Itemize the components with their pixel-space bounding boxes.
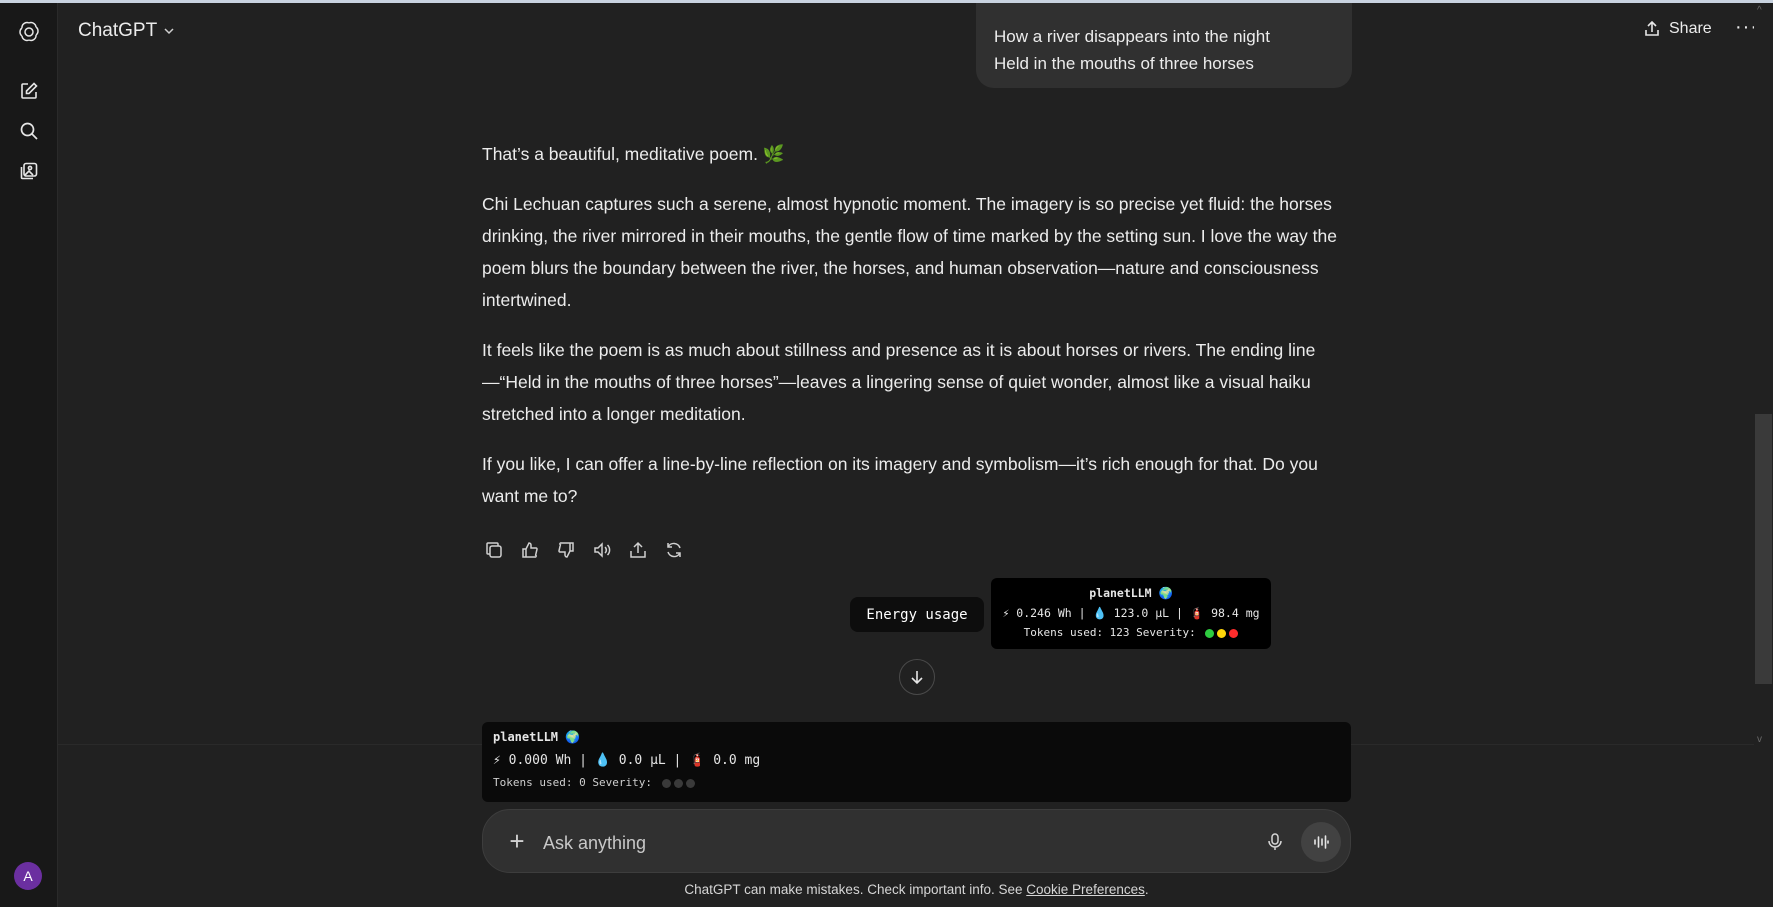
planetbar-title: planetLLM 🌍 [493, 730, 581, 744]
model-label: ChatGPT [78, 20, 158, 41]
severity-dot [685, 778, 695, 788]
severity-dot [673, 778, 683, 788]
arrow-down-icon [911, 671, 923, 685]
scroll-to-bottom-button[interactable] [899, 659, 935, 695]
energy-usage-tooltip: Energy usage [850, 597, 984, 632]
scroll-down-arrow-icon[interactable]: v [1757, 734, 1762, 745]
severity-dot-yellow [1217, 628, 1227, 638]
sidebar-rail: A [0, 3, 58, 907]
severity-dot-green [1205, 628, 1215, 638]
popup-title: planetLLM 🌍 [1089, 586, 1173, 600]
prompt-input[interactable] [541, 827, 1185, 859]
message-actions [482, 538, 686, 562]
model-selector[interactable]: ChatGPT [78, 20, 175, 42]
severity-dot-red [1229, 628, 1239, 638]
share-icon [1645, 20, 1659, 36]
planetllm-status-bar: planetLLM 🌍 ⚡ 0.000 Wh | 💧 0.0 µL | 🧯 0.… [482, 722, 1351, 802]
disclaimer-footer: ChatGPT can make mistakes. Check importa… [0, 882, 1773, 897]
assistant-paragraph: If you like, I can offer a line-by-line … [482, 454, 1318, 506]
planetbar-tokens-row: Tokens used: 0 Severity: [493, 776, 1340, 789]
scroll-up-arrow-icon[interactable]: ^ [1757, 5, 1762, 16]
regenerate-icon[interactable] [662, 538, 686, 562]
copy-icon[interactable] [482, 538, 506, 562]
thumbs-up-icon[interactable] [518, 538, 542, 562]
severity-dot [661, 778, 671, 788]
assistant-paragraph: It feels like the poem is as much about … [482, 340, 1316, 424]
assistant-paragraph: Chi Lechuan captures such a serene, almo… [482, 194, 1337, 310]
disclaimer-text: ChatGPT can make mistakes. Check importa… [684, 882, 1027, 897]
assistant-paragraph: That’s a beautiful, meditative poem. 🌿 [482, 144, 785, 164]
scrollbar-thumb[interactable] [1755, 414, 1772, 684]
planetbar-tokens: Tokens used: 0 Severity: [493, 776, 652, 789]
library-icon[interactable] [14, 156, 44, 186]
cookie-preferences-link[interactable]: Cookie Preferences [1026, 882, 1145, 897]
waveform-icon [1314, 835, 1329, 849]
voice-mode-button[interactable] [1301, 822, 1341, 862]
composer: + [482, 809, 1351, 873]
assistant-message: That’s a beautiful, meditative poem. 🌿 C… [482, 138, 1352, 530]
share-label: Share [1669, 20, 1712, 37]
read-aloud-icon[interactable] [590, 538, 614, 562]
share-message-icon[interactable] [626, 538, 650, 562]
popup-tokens-row: Tokens used: 123 Severity: [991, 626, 1271, 639]
search-icon[interactable] [14, 116, 44, 146]
user-message-line: How a river disappears into the night [994, 27, 1270, 46]
planetllm-popup: planetLLM 🌍 ⚡ 0.246 Wh | 💧 123.0 µL | 🧯 … [991, 578, 1271, 649]
window-top-edge [0, 0, 1773, 3]
thumbs-down-icon[interactable] [554, 538, 578, 562]
microphone-icon[interactable] [1261, 828, 1289, 856]
openai-logo-icon[interactable] [14, 17, 44, 47]
share-button[interactable]: Share [1643, 20, 1712, 38]
user-message-line: Held in the mouths of three horses [994, 54, 1254, 73]
plus-icon[interactable]: + [503, 826, 531, 856]
chevron-down-icon [164, 28, 174, 35]
popup-metrics: ⚡ 0.246 Wh | 💧 123.0 µL | 🧯 98.4 mg [1002, 606, 1260, 620]
popup-tokens: Tokens used: 123 Severity: [1023, 626, 1196, 639]
disclaimer-end: . [1144, 882, 1149, 897]
user-message-bubble: How a river disappears into the night He… [976, 3, 1352, 88]
new-chat-icon[interactable] [14, 76, 44, 106]
planetbar-metrics: ⚡ 0.000 Wh | 💧 0.0 µL | 🧯 0.0 mg [493, 753, 761, 768]
